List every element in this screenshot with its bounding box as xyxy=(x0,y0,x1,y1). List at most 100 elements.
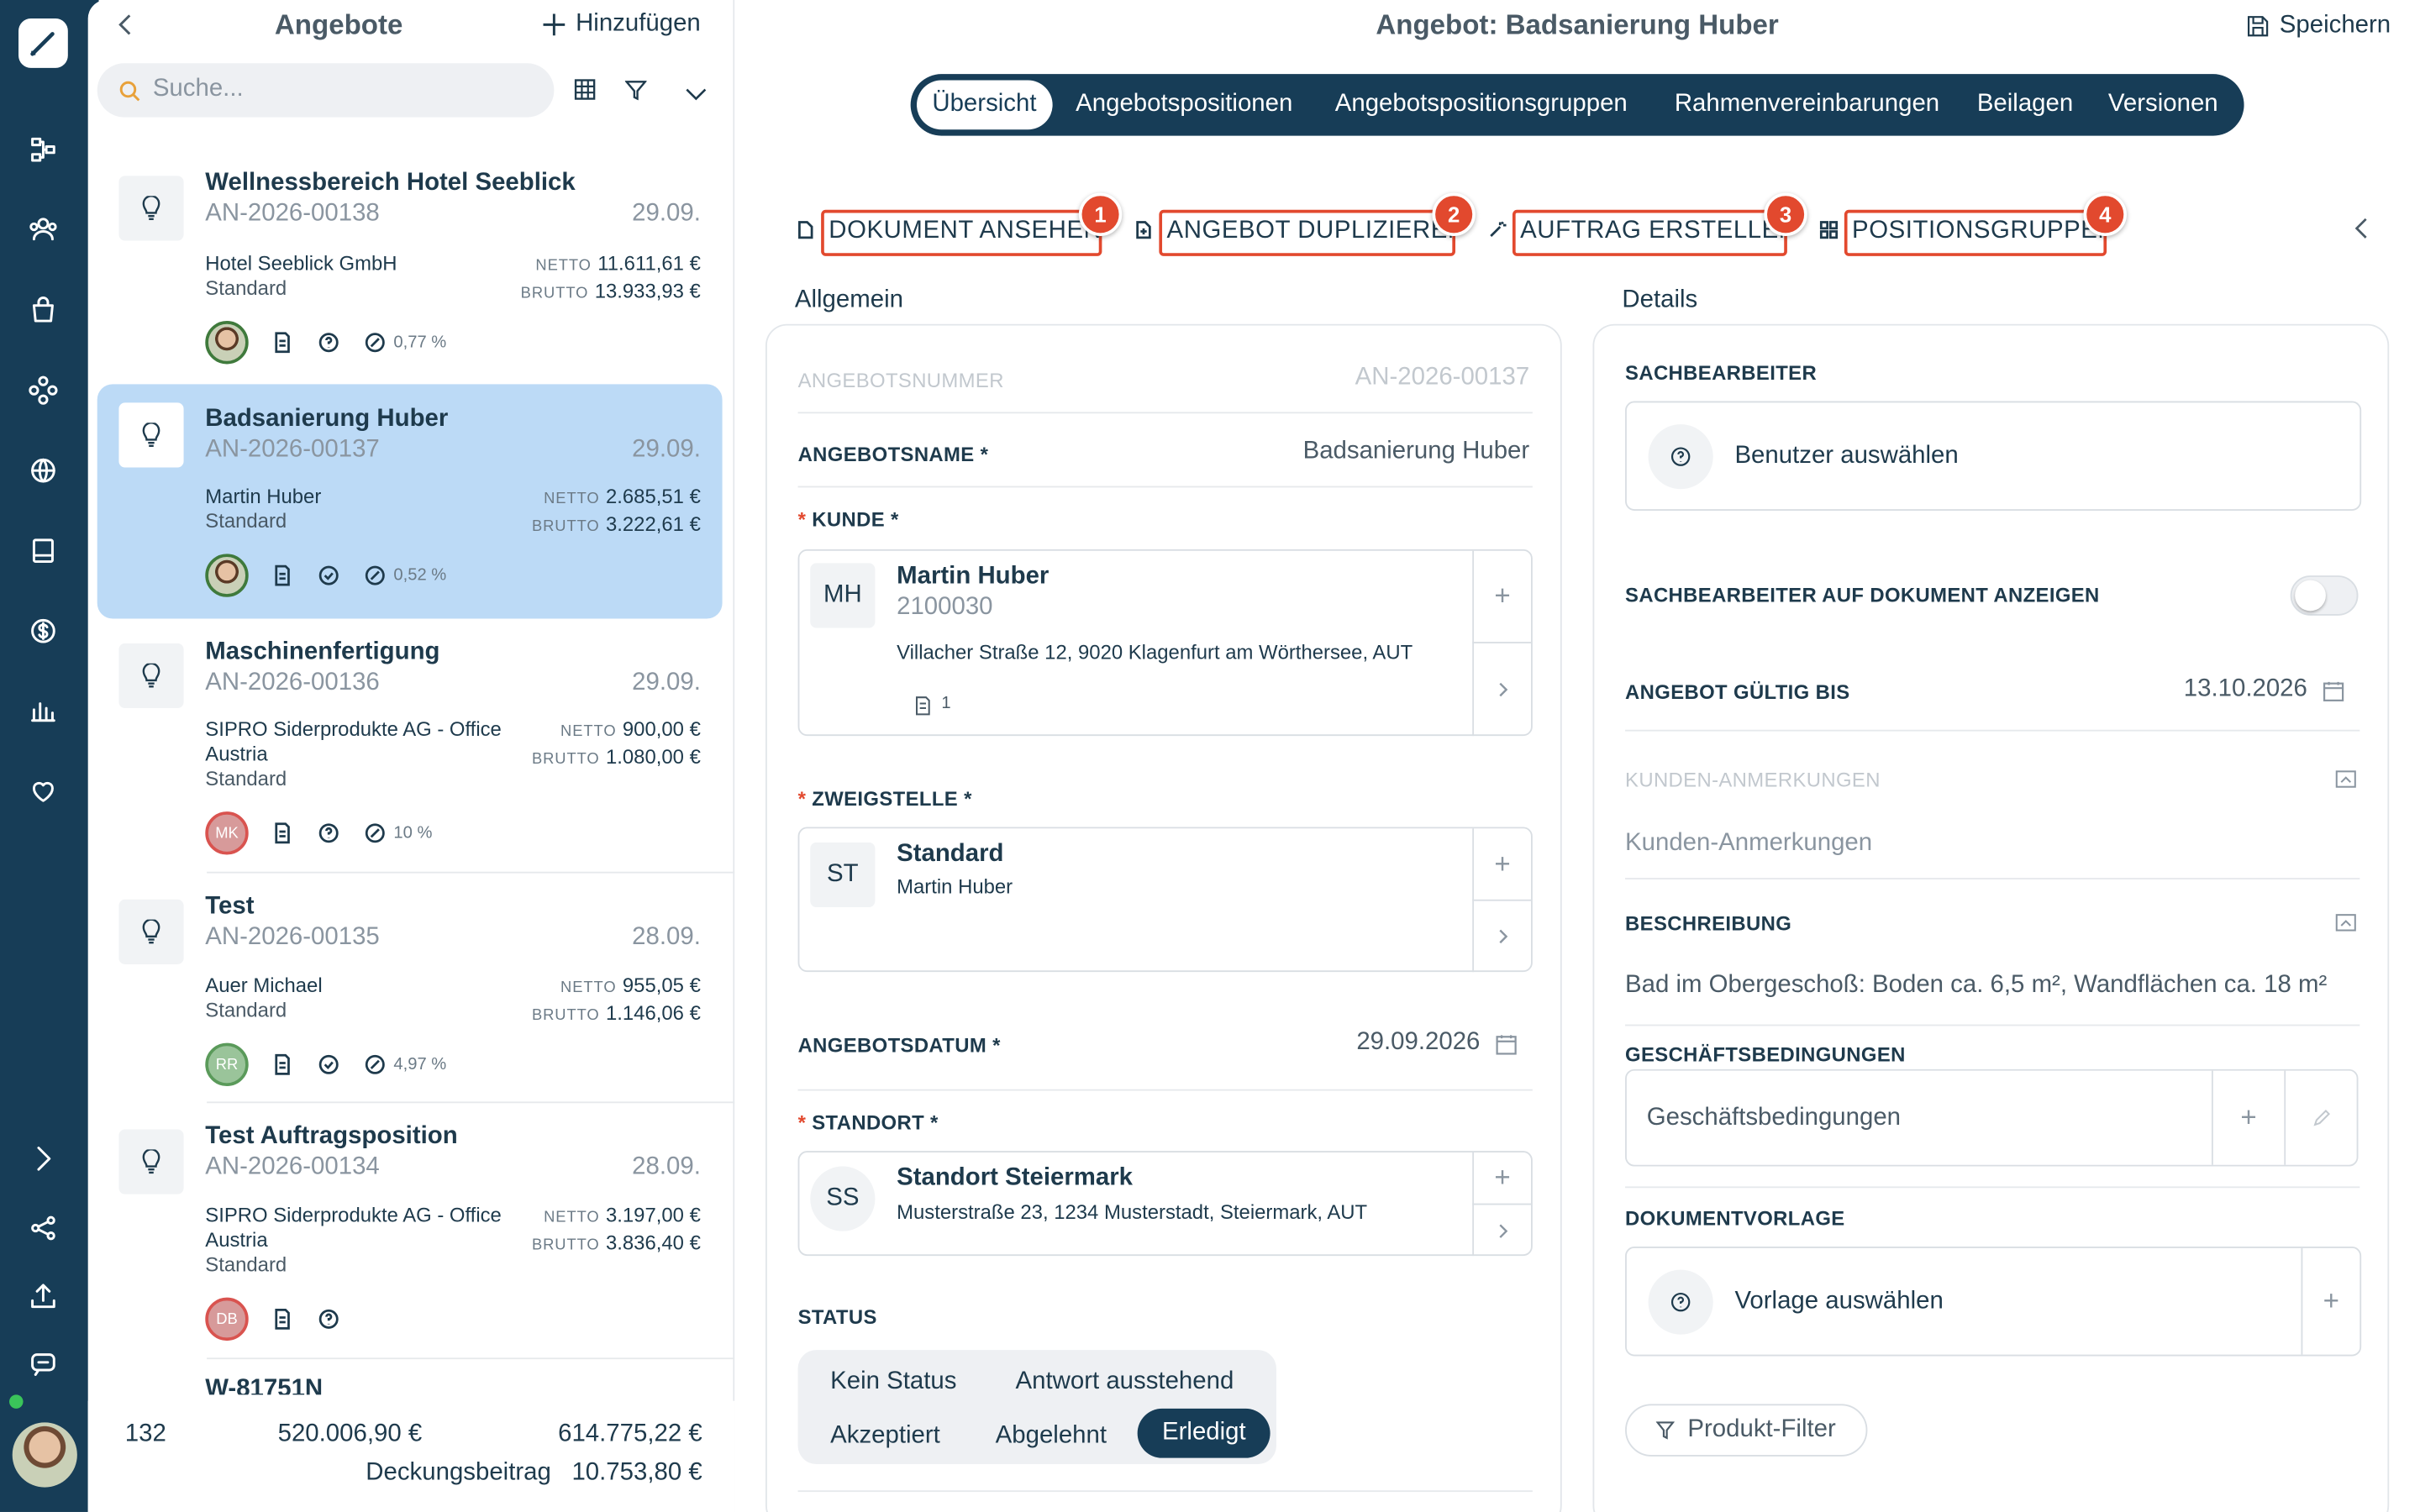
status-accepted[interactable]: Akzeptiert xyxy=(830,1422,940,1450)
customer-field[interactable]: MH Martin Huber 2100030 Villacher Straße… xyxy=(797,549,1533,737)
branch-name: Standard xyxy=(897,841,1004,868)
position-groups-button[interactable]: POSITIONSGRUPPEN xyxy=(1844,209,2107,256)
offer-card[interactable]: Test AN-2026-00135 28.09. Auer Michael S… xyxy=(97,881,723,1097)
details-panel: SACHBEARBEITER Benutzer auswählen SACHBE… xyxy=(1592,323,2390,1512)
heart-icon[interactable] xyxy=(26,774,60,808)
save-button[interactable]: Speichern xyxy=(2247,13,2391,40)
status-done[interactable]: Erledigt xyxy=(1137,1408,1271,1458)
users-icon[interactable] xyxy=(26,213,60,246)
valid-until-input[interactable]: 13.10.2026 xyxy=(2184,675,2307,703)
table-view-icon[interactable] xyxy=(574,79,596,108)
calendar-icon[interactable] xyxy=(2323,680,2344,702)
add-branch-button[interactable]: + xyxy=(1472,828,1532,901)
help-circle-icon xyxy=(1648,1269,1713,1335)
list-title: Angebote xyxy=(274,9,403,40)
edit-terms-button[interactable] xyxy=(2284,1070,2356,1165)
divider xyxy=(207,871,791,874)
offer-name-input[interactable]: Badsanierung Huber xyxy=(1303,438,1530,466)
tab-versions[interactable]: Versionen xyxy=(2108,91,2218,118)
avatar: MK xyxy=(205,811,249,855)
template-select[interactable]: Vorlage auswählen + xyxy=(1625,1247,2362,1357)
create-order-button[interactable]: AUFTRAG ERSTELLEN xyxy=(1512,209,1787,256)
chevron-down-icon[interactable] xyxy=(684,81,708,109)
customer-address: Villacher Straße 12, 9020 Klagenfurt am … xyxy=(897,640,1413,664)
customer-notes-input[interactable]: Kunden-Anmerkungen xyxy=(1625,830,1872,858)
offer-card[interactable]: Maschinenfertigung AN-2026-00136 29.09. … xyxy=(97,625,723,872)
document-icon xyxy=(797,219,815,239)
tab-attachments[interactable]: Beilagen xyxy=(1977,91,2073,118)
margin-icon xyxy=(363,1053,387,1077)
status-selector: Kein Status Antwort ausstehend Akzeptier… xyxy=(797,1350,1276,1465)
share-icon[interactable] xyxy=(26,1211,60,1245)
expand-icon[interactable] xyxy=(26,1142,60,1175)
avatar xyxy=(205,554,249,597)
tab-position-groups[interactable]: Angebotspositionsgruppen xyxy=(1335,91,1628,118)
description-input[interactable]: Bad im Obergeschoß: Boden ca. 6,5 m², Wa… xyxy=(1625,972,2327,1000)
location-field[interactable]: SS Standort Steiermark Musterstraße 23, … xyxy=(797,1151,1533,1257)
status-declined[interactable]: Abgelehnt xyxy=(996,1422,1107,1450)
workflow-icon[interactable] xyxy=(26,133,60,166)
calendar-icon[interactable] xyxy=(1496,1034,1518,1056)
offer-date-input[interactable]: 29.09.2026 xyxy=(1356,1029,1480,1057)
branch-field[interactable]: ST Standard Martin Huber + xyxy=(797,827,1533,973)
upload-icon[interactable] xyxy=(26,1279,60,1313)
offer-title: Wellnessbereich Hotel Seeblick xyxy=(205,170,576,197)
add-template-button[interactable]: + xyxy=(2301,1247,2360,1355)
open-branch-button[interactable] xyxy=(1472,900,1531,973)
status-none[interactable]: Kein Status xyxy=(830,1368,956,1396)
terms-select[interactable]: Geschäftsbedingungen + xyxy=(1625,1068,2359,1167)
offer-title-partial: W-81751N xyxy=(205,1376,324,1395)
offer-card[interactable]: Wellnessbereich Hotel Seeblick AN-2026-0… xyxy=(97,157,723,373)
add-terms-button[interactable]: + xyxy=(2211,1070,2284,1165)
dollar-icon[interactable] xyxy=(26,614,60,648)
offer-number: AN-2026-00137 xyxy=(205,436,380,464)
general-panel: ANGEBOTSNUMMER AN-2026-00137 ANGEBOTSNAM… xyxy=(765,323,1562,1512)
search-input[interactable]: Suche... xyxy=(97,63,555,118)
check-circle-icon xyxy=(317,563,341,587)
duplicate-offer-button[interactable]: ANGEBOT DUPLIZIEREN xyxy=(1159,209,1456,256)
document-icon xyxy=(270,563,294,587)
tab-overview[interactable]: Übersicht xyxy=(916,80,1052,130)
offer-percent: 0,52 % xyxy=(393,566,447,585)
document-icon xyxy=(270,330,294,354)
open-customer-button[interactable] xyxy=(1472,643,1531,737)
avatar: DB xyxy=(205,1297,249,1341)
customer-label: * KUNDE * xyxy=(797,507,899,531)
app-logo[interactable] xyxy=(18,18,68,68)
chat-icon[interactable] xyxy=(26,1347,60,1380)
tab-positions[interactable]: Angebotspositionen xyxy=(1076,91,1292,118)
offer-card[interactable]: Test Auftragsposition AN-2026-00134 28.0… xyxy=(97,1110,723,1357)
shopping-bag-icon[interactable] xyxy=(26,293,60,327)
offer-type: Standard xyxy=(205,276,287,300)
open-location-button[interactable] xyxy=(1472,1205,1531,1257)
clerk-select[interactable]: Benutzer auswählen xyxy=(1625,401,2362,511)
expand-editor-icon[interactable] xyxy=(2335,913,2357,932)
view-document-button[interactable]: DOKUMENT ANSEHEN xyxy=(821,209,1102,256)
customer-notes-label: KUNDEN-ANMERKUNGEN xyxy=(1625,768,1881,792)
filter-icon[interactable] xyxy=(624,79,648,108)
book-icon[interactable] xyxy=(26,533,60,567)
status-pending[interactable]: Antwort ausstehend xyxy=(1016,1368,1234,1396)
expand-editor-icon[interactable] xyxy=(2335,770,2357,789)
offer-card-selected[interactable]: Badsanierung Huber AN-2026-00137 29.09. … xyxy=(97,384,723,619)
add-customer-button[interactable]: + xyxy=(1472,550,1532,643)
offer-amounts: NETTO 2.685,51 € BRUTTO 3.222,61 € xyxy=(531,484,701,536)
description-label: BESCHREIBUNG xyxy=(1625,911,1792,936)
modules-icon[interactable] xyxy=(26,373,60,407)
action-badge: 3 xyxy=(1764,192,1807,237)
user-avatar[interactable] xyxy=(12,1422,77,1488)
check-circle-icon xyxy=(317,1053,341,1077)
bar-chart-icon[interactable] xyxy=(26,695,60,728)
show-clerk-toggle[interactable] xyxy=(2290,575,2359,616)
offer-number-label: ANGEBOTSNUMMER xyxy=(797,368,1004,392)
valid-until-label: ANGEBOT GÜLTIG BIS xyxy=(1625,680,1850,704)
add-location-button[interactable]: + xyxy=(1472,1152,1532,1205)
customer-initials: MH xyxy=(810,563,876,628)
add-button[interactable]: Hinzufügen xyxy=(542,11,701,39)
collapse-actions-icon[interactable] xyxy=(2352,216,2370,249)
show-clerk-label: SACHBEARBEITER AUF DOKUMENT ANZEIGEN xyxy=(1625,583,2100,606)
product-filter-button[interactable]: Produkt-Filter xyxy=(1625,1404,1868,1457)
back-icon[interactable] xyxy=(113,9,137,48)
tab-framework-agreements[interactable]: Rahmenvereinbarungen xyxy=(1675,91,1939,118)
globe-icon[interactable] xyxy=(26,454,60,487)
